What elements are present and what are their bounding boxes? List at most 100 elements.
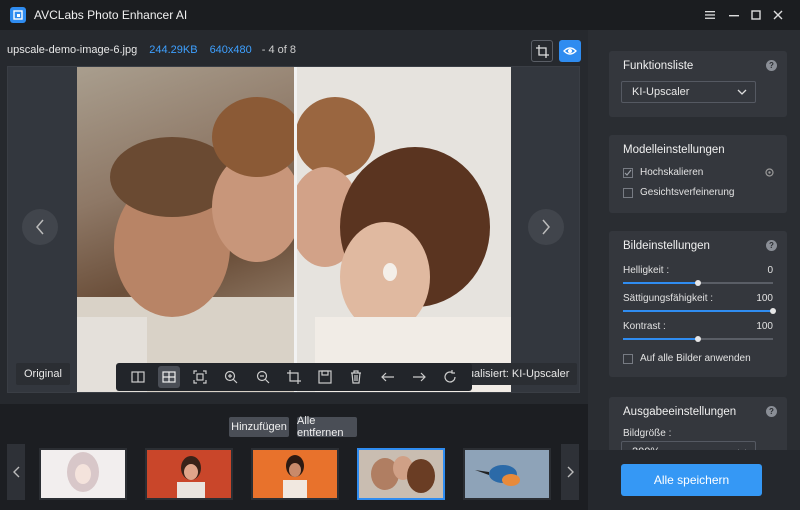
crop-icon [286, 370, 301, 384]
fit-screen-icon [193, 370, 207, 384]
face-refinement-option[interactable]: Gesichtsverfeinerung [623, 187, 735, 198]
chevron-right-icon [567, 466, 574, 478]
apply-all-option[interactable]: Auf alle Bilder anwenden [623, 353, 751, 364]
prev-image-button[interactable] [22, 209, 58, 245]
contrast-label: Kontrast : [623, 321, 666, 332]
output-settings-title: Ausgabeeinstellungen [623, 406, 737, 418]
saturation-slider[interactable]: Sättigungsfähigkeit : 100 [623, 293, 776, 314]
zoom-out-icon [256, 370, 270, 384]
help-icon[interactable]: ? [766, 406, 777, 417]
image-viewer[interactable]: Original Aktualisiert: KI-Upscaler [7, 66, 580, 393]
help-icon[interactable]: ? [766, 240, 777, 251]
thumbnail-1[interactable] [39, 448, 127, 500]
thumbs-prev-button[interactable] [7, 444, 25, 500]
refresh-button[interactable] [439, 366, 461, 388]
thumbs-next-button[interactable] [561, 444, 579, 500]
arrow-left-icon [380, 372, 394, 382]
fit-screen-button[interactable] [189, 366, 211, 388]
brightness-label: Helligkeit : [623, 265, 670, 276]
image-settings-card: Bildeinstellungen ? Helligkeit : 0 Sätti… [609, 231, 787, 377]
contrast-value: 100 [756, 321, 773, 332]
contrast-track[interactable] [623, 336, 773, 342]
compare-view-icon [162, 371, 176, 383]
enhanced-image-half [289, 67, 511, 392]
contrast-handle[interactable] [695, 336, 701, 342]
thumbnail-4[interactable] [357, 448, 445, 500]
add-button[interactable]: Hinzufügen [229, 417, 289, 437]
crop-icon [535, 44, 549, 58]
file-name: upscale-demo-image-6.jpg [7, 44, 138, 56]
arrow-right-icon [413, 372, 426, 382]
app-title: AVCLabs Photo Enhancer AI [34, 8, 188, 22]
apply-all-label: Auf alle Bilder anwenden [640, 353, 751, 364]
file-info-bar: upscale-demo-image-6.jpg 244.29KB 640x48… [0, 38, 588, 62]
brightness-value: 0 [767, 265, 773, 276]
compare-divider[interactable] [294, 67, 297, 392]
function-list-card: Funktionsliste ? KI-Upscaler [609, 51, 787, 117]
zoom-out-button[interactable] [252, 366, 274, 388]
image-dimensions: 640x480 [209, 44, 252, 56]
image-position: - 4 of 8 [261, 44, 297, 56]
saturation-handle[interactable] [770, 308, 776, 314]
rotate-right-button[interactable] [408, 366, 430, 388]
saturation-track[interactable] [623, 308, 776, 314]
save-area: Alle speichern [588, 450, 800, 510]
help-icon[interactable]: ? [766, 60, 777, 71]
save-icon [318, 370, 332, 384]
checkmark-icon [624, 169, 632, 176]
minimize-icon[interactable] [722, 0, 746, 30]
split-view-button[interactable] [127, 366, 149, 388]
crop-tool-button[interactable] [283, 366, 305, 388]
apply-all-checkbox[interactable] [623, 353, 633, 364]
chevron-left-icon [12, 466, 19, 478]
original-label: Original [16, 363, 70, 385]
function-select-value: KI-Upscaler [632, 86, 690, 98]
photo-preview [77, 67, 511, 392]
settings-panel: Funktionsliste ? KI-Upscaler Modelleinst… [588, 30, 800, 510]
app-logo-icon [10, 7, 26, 23]
upscale-settings-gear-icon[interactable] [764, 167, 775, 181]
upscale-option[interactable]: Hochskalieren [623, 167, 703, 178]
chevron-down-icon [737, 89, 747, 95]
eye-icon [563, 47, 577, 55]
chevron-right-icon [542, 219, 550, 235]
save-all-button[interactable]: Alle speichern [621, 464, 762, 496]
function-list-title: Funktionsliste [623, 60, 694, 72]
model-settings-title: Modelleinstellungen [623, 144, 725, 156]
thumbnail-2[interactable] [145, 448, 233, 500]
function-select[interactable]: KI-Upscaler [621, 81, 756, 103]
face-refinement-label: Gesichtsverfeinerung [640, 187, 735, 198]
title-bar: AVCLabs Photo Enhancer AI [0, 0, 800, 30]
thumbnail-strip: Hinzufügen Alle entfernen [0, 404, 588, 510]
delete-button[interactable] [345, 366, 367, 388]
image-size-label: Bildgröße : [623, 428, 672, 439]
menu-icon[interactable] [698, 0, 722, 30]
refresh-icon [444, 370, 456, 383]
thumbnail-3[interactable] [251, 448, 339, 500]
saturation-value: 100 [756, 293, 773, 304]
brightness-handle[interactable] [695, 280, 701, 286]
crop-button[interactable] [531, 40, 553, 62]
compare-view-button[interactable] [157, 366, 180, 388]
close-icon[interactable] [766, 0, 790, 30]
zoom-in-button[interactable] [220, 366, 242, 388]
preview-toggle-button[interactable] [559, 40, 581, 62]
face-refinement-checkbox[interactable] [623, 187, 633, 198]
chevron-left-icon [36, 219, 44, 235]
rotate-left-button[interactable] [377, 366, 399, 388]
thumbnail-5[interactable] [463, 448, 551, 500]
maximize-icon[interactable] [744, 0, 768, 30]
delete-icon [351, 370, 362, 384]
upscale-checkbox[interactable] [623, 167, 633, 178]
file-size: 244.29KB [149, 44, 198, 56]
original-image-half [77, 67, 302, 392]
next-image-button[interactable] [528, 209, 564, 245]
brightness-slider[interactable]: Helligkeit : 0 [623, 265, 773, 286]
save-tool-button[interactable] [314, 366, 336, 388]
remove-all-button[interactable]: Alle entfernen [297, 415, 357, 439]
brightness-track[interactable] [623, 280, 773, 286]
contrast-slider[interactable]: Kontrast : 100 [623, 321, 773, 342]
upscale-label: Hochskalieren [640, 167, 704, 178]
image-settings-title: Bildeinstellungen [623, 240, 710, 252]
zoom-in-icon [225, 370, 238, 384]
